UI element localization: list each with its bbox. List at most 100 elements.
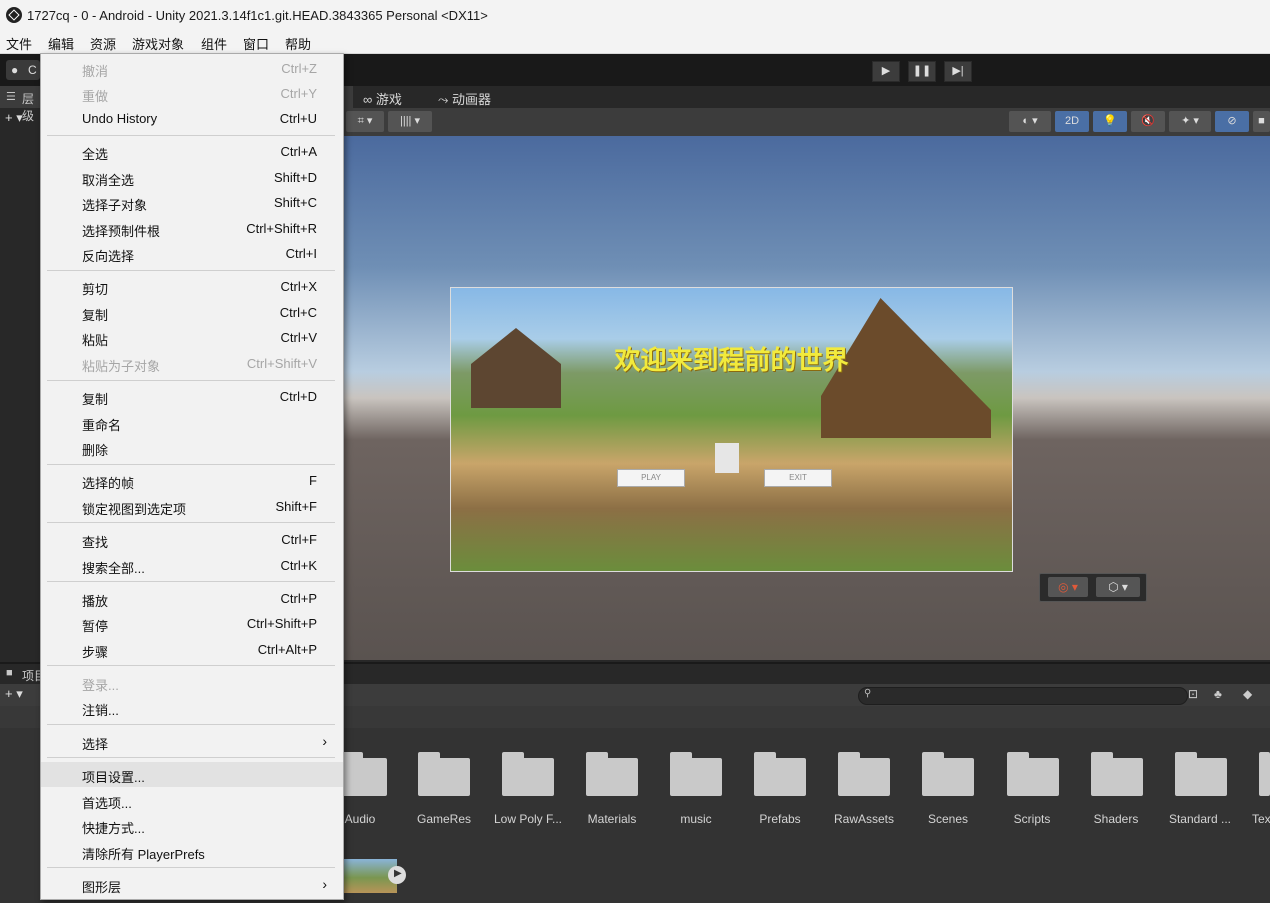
menu-item-label: 暂停 bbox=[82, 619, 109, 634]
folder-gameres-icon[interactable] bbox=[418, 752, 470, 796]
menu-item-step[interactable]: 步骤 Ctrl+Alt+P bbox=[41, 637, 343, 662]
menu-item-label: 锁定视图到选定项 bbox=[82, 502, 187, 517]
folder-tex-icon[interactable] bbox=[1259, 752, 1270, 796]
tab-game[interactable]: ∞ 游戏 bbox=[363, 89, 402, 108]
label-icon[interactable]: ◆ bbox=[1243, 687, 1252, 701]
menu-item-clear-playerprefs[interactable]: 清除所有 PlayerPrefs bbox=[41, 839, 343, 864]
menu-component[interactable]: 组件 bbox=[201, 34, 227, 53]
animator-icon: ⤳ bbox=[438, 92, 453, 107]
pause-button[interactable]: ❚❚ bbox=[908, 61, 936, 82]
menu-item-frame-selected[interactable]: 选择的帧 F bbox=[41, 468, 343, 493]
menu-separator bbox=[47, 522, 335, 523]
menu-item-paste-as-child[interactable]: 粘贴为子对象 Ctrl+Shift+V bbox=[41, 351, 343, 376]
account-initial: C bbox=[28, 63, 37, 77]
menu-item-search-all[interactable]: 搜索全部... Ctrl+K bbox=[41, 553, 343, 578]
folder-label: Scenes bbox=[927, 812, 969, 826]
account-button[interactable]: ● C bbox=[6, 60, 40, 80]
view-tool-icon[interactable]: ◎ ▾ bbox=[1048, 577, 1088, 597]
project-search-input[interactable]: ⚲ bbox=[858, 687, 1188, 705]
folder-shaders-icon[interactable] bbox=[1091, 752, 1143, 796]
menu-file[interactable]: 文件 bbox=[6, 34, 32, 53]
folder-scripts-icon[interactable] bbox=[1007, 752, 1059, 796]
menu-item-redo[interactable]: 重做 Ctrl+Y bbox=[41, 81, 343, 106]
menu-item-shortcut: Ctrl+U bbox=[279, 111, 317, 126]
menu-item-lock-view[interactable]: 锁定视图到选定项 Shift+F bbox=[41, 494, 343, 519]
camera-icon[interactable]: ■ bbox=[1253, 111, 1270, 132]
menu-item-label: 清除所有 PlayerPrefs bbox=[82, 847, 205, 862]
menu-item-rename[interactable]: 重命名 bbox=[41, 410, 343, 435]
folder-audio-icon[interactable] bbox=[341, 752, 387, 796]
menu-item-cut[interactable]: 剪切 Ctrl+X bbox=[41, 274, 343, 299]
step-button[interactable]: ▶| bbox=[944, 61, 972, 82]
menu-item-sign-out[interactable]: 注销... bbox=[41, 695, 343, 720]
hidden-objects-icon[interactable]: ⊘ bbox=[1215, 111, 1249, 132]
menu-window[interactable]: 窗口 bbox=[243, 34, 269, 53]
menu-item-project-settings[interactable]: 项目设置... bbox=[41, 762, 343, 787]
menu-item-select-all[interactable]: 全选 Ctrl+A bbox=[41, 139, 343, 164]
grid-snap-icon[interactable]: ⌗ ▾ bbox=[346, 111, 384, 132]
search-settings-icon[interactable]: ⊡ bbox=[1188, 687, 1198, 701]
audio-icon[interactable]: 🔇 bbox=[1131, 111, 1165, 132]
menu-item-label: 选择子对象 bbox=[82, 198, 148, 213]
menu-item-shortcut: Ctrl+Shift+R bbox=[246, 221, 317, 236]
menu-item-pause[interactable]: 暂停 Ctrl+Shift+P bbox=[41, 611, 343, 636]
chevron-right-icon: › bbox=[322, 733, 327, 749]
hierarchy-tab[interactable]: 层级 bbox=[22, 90, 40, 124]
menu-item-undo-history[interactable]: Undo History Ctrl+U bbox=[41, 106, 343, 131]
menu-item-paste[interactable]: 粘贴 Ctrl+V bbox=[41, 325, 343, 350]
menu-gameobject[interactable]: 游戏对象 bbox=[132, 34, 184, 53]
menu-help[interactable]: 帮助 bbox=[285, 34, 311, 53]
menu-item-copy[interactable]: 复制 Ctrl+C bbox=[41, 300, 343, 325]
effects-icon[interactable]: ✦ ▾ bbox=[1169, 111, 1211, 132]
folder-label: Low Poly F... bbox=[493, 812, 563, 826]
tab-animator-label: 动画器 bbox=[452, 92, 492, 107]
account-icon: ● bbox=[11, 63, 19, 77]
mode-2d-button[interactable]: 2D bbox=[1055, 111, 1089, 132]
folder-materials-icon[interactable] bbox=[586, 752, 638, 796]
project-add-button[interactable]: + ▾ bbox=[5, 686, 23, 702]
menu-item-shortcut: Ctrl+Z bbox=[281, 61, 317, 76]
cube-view-icon[interactable]: ⬡ ▾ bbox=[1096, 577, 1140, 597]
menu-item-play[interactable]: 播放 Ctrl+P bbox=[41, 586, 343, 611]
tab-animator[interactable]: ⤳ 动画器 bbox=[438, 89, 491, 108]
menu-item-label: 步骤 bbox=[82, 645, 109, 660]
menu-item-label: 粘贴 bbox=[82, 333, 109, 348]
folder-scenes-icon[interactable] bbox=[922, 752, 974, 796]
menu-item-select-children[interactable]: 选择子对象 Shift+C bbox=[41, 190, 343, 215]
lighting-icon[interactable]: 💡 bbox=[1093, 111, 1127, 132]
menu-item-delete[interactable]: 删除 bbox=[41, 435, 343, 460]
menu-item-find[interactable]: 查找 Ctrl+F bbox=[41, 527, 343, 552]
play-preview-icon[interactable]: ▶ bbox=[388, 866, 406, 884]
menu-item-invert-selection[interactable]: 反向选择 Ctrl+I bbox=[41, 241, 343, 266]
shading-mode-icon[interactable]: ◐ ▾ bbox=[1009, 111, 1051, 132]
menu-item-preferences[interactable]: 首选项... bbox=[41, 788, 343, 813]
increment-snap-icon[interactable]: |||| ▾ bbox=[388, 111, 432, 132]
menu-item-deselect-all[interactable]: 取消全选 Shift+D bbox=[41, 165, 343, 190]
menu-item-sign-in[interactable]: 登录... bbox=[41, 670, 343, 695]
menu-item-selection[interactable]: 选择 › bbox=[41, 729, 343, 754]
menu-assets[interactable]: 资源 bbox=[90, 34, 116, 53]
folder-prefabs-icon[interactable] bbox=[754, 752, 806, 796]
menu-item-label: 剪切 bbox=[82, 282, 109, 297]
game-canvas-preview: 欢迎来到程前的世界 PLAY EXIT bbox=[450, 287, 1013, 572]
menu-item-label: 重做 bbox=[82, 89, 109, 104]
folder-music-icon[interactable] bbox=[670, 752, 722, 796]
folder-rawassets-icon[interactable] bbox=[838, 752, 890, 796]
menu-item-shortcut: Ctrl+Alt+P bbox=[257, 642, 317, 657]
play-button[interactable]: ▶ bbox=[872, 61, 900, 82]
folder-lowpoly-icon[interactable] bbox=[502, 752, 554, 796]
filter-type-icon[interactable]: ♣ bbox=[1214, 687, 1222, 701]
folder-standard-icon[interactable] bbox=[1175, 752, 1227, 796]
menu-item-undo[interactable]: 撤消 Ctrl+Z bbox=[41, 56, 343, 81]
gamepad-icon: ∞ bbox=[363, 92, 376, 107]
menu-item-duplicate[interactable]: 复制 Ctrl+D bbox=[41, 384, 343, 409]
menu-item-select-prefab-root[interactable]: 选择预制件根 Ctrl+Shift+R bbox=[41, 216, 343, 241]
menu-edit[interactable]: 编辑 bbox=[48, 34, 74, 53]
menu-separator bbox=[47, 867, 335, 868]
menu-item-shortcuts[interactable]: 快捷方式... bbox=[41, 813, 343, 838]
folder-label: Standard ... bbox=[1168, 812, 1232, 826]
menu-separator bbox=[47, 581, 335, 582]
menu-item-graphics-tier[interactable]: 图形层 › bbox=[41, 872, 343, 897]
menu-item-label: 搜索全部... bbox=[82, 561, 145, 576]
hierarchy-add-button[interactable]: + ▾ bbox=[5, 110, 23, 126]
